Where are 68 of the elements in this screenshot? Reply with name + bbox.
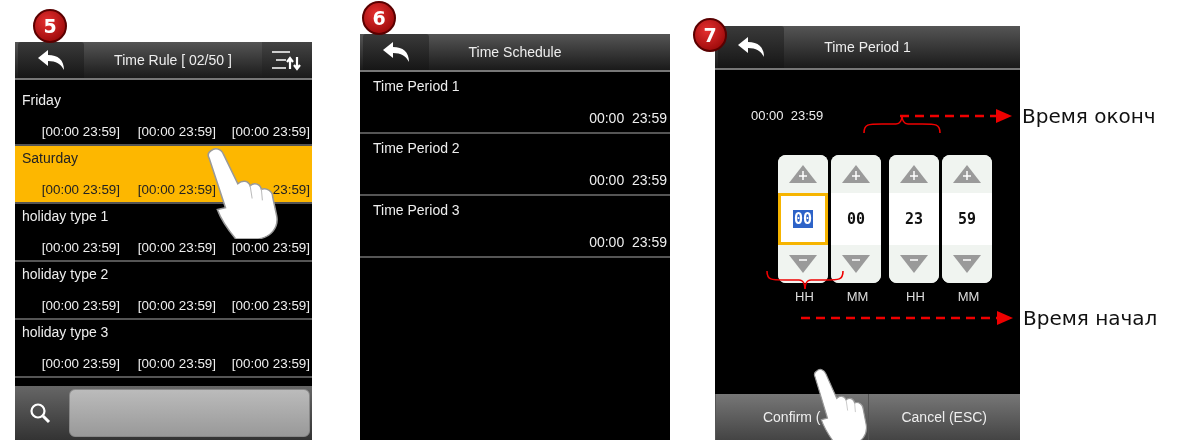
unit-label: HH: [905, 289, 926, 304]
period-range: [00:00 23:59]: [230, 356, 310, 371]
period-range: [00:00 23:59]: [40, 356, 120, 371]
screen-title: Time Rule [ 02/50 ]: [113, 52, 233, 68]
period-range: [00:00 23:59]: [230, 124, 310, 139]
time-value-field[interactable]: 00: [831, 193, 881, 245]
sort-icon: [270, 49, 304, 71]
time-value-field[interactable]: 23: [889, 193, 939, 245]
unit-label: MM: [845, 289, 870, 304]
up-triangle-icon: [841, 164, 871, 184]
down-triangle-icon: [841, 254, 871, 274]
back-arrow-icon: [736, 36, 766, 58]
time-rule-item[interactable]: holiday type 2 [00:00 23:59] [00:00 23:59] [00:00 23:59]: [15, 262, 312, 320]
period-range: [00:00 23:59]: [136, 182, 216, 197]
period-range: [00:00 23:59]: [230, 240, 310, 255]
down-triangle-icon: [899, 254, 929, 274]
period-range: [00:00 23:59]: [136, 240, 216, 255]
back-button[interactable]: [363, 34, 429, 70]
back-arrow-icon: [381, 41, 411, 63]
search-field[interactable]: [69, 389, 310, 437]
time-value-field[interactable]: 59: [942, 193, 992, 245]
step-badge: 5: [33, 9, 67, 43]
period-range: 00:00 23:59: [589, 110, 667, 126]
time-period-item[interactable]: Time Period 3 00:00 23:59: [360, 196, 670, 258]
period-range: [00:00 23:59]: [136, 356, 216, 371]
period-range: 00:00 23:59: [589, 172, 667, 188]
period-range: [00:00 23:59]: [40, 240, 120, 255]
unit-label: HH: [794, 289, 815, 304]
period-name: Time Period 3: [373, 202, 461, 218]
up-triangle-icon: [952, 164, 982, 184]
period-range: [00:00 23:59]: [136, 298, 216, 313]
rule-name: Friday: [22, 92, 62, 108]
time-period-item[interactable]: Time Period 1 00:00 23:59: [360, 72, 670, 134]
period-range: [00:00 23:59]: [40, 298, 120, 313]
period-range: [00:00 23:59]: [40, 182, 120, 197]
period-summary: 00:00 23:59: [751, 108, 824, 123]
period-name: Time Period 1: [373, 78, 461, 94]
period-range: 00:00 23:59: [589, 234, 667, 250]
back-button[interactable]: [18, 42, 84, 78]
search-icon: [29, 402, 51, 424]
rule-name: holiday type 1: [22, 208, 110, 224]
period-range: [00:00 23:59]: [230, 298, 310, 313]
step-badge: 7: [693, 18, 727, 52]
footer-button[interactable]: Cancel (ESC): [867, 394, 1020, 440]
rule-name: holiday type 3: [22, 324, 110, 340]
down-triangle-icon: [788, 254, 818, 274]
screen-title: Time Schedule: [467, 44, 563, 60]
time-value-field[interactable]: 00: [778, 193, 828, 245]
down-triangle-icon: [952, 254, 982, 274]
step-badge: 6: [362, 1, 396, 35]
time-period-item[interactable]: Time Period 2 00:00 23:59: [360, 134, 670, 196]
period-range: 23:59]: [271, 182, 310, 197]
period-name: Time Period 2: [373, 140, 461, 156]
time-rule-item[interactable]: Saturday [00:00 23:59] [00:00 23:59] 23:59]: [15, 146, 312, 204]
annotation-label: Время начал: [1023, 306, 1158, 330]
up-triangle-icon: [788, 164, 818, 184]
rule-name: Saturday: [22, 150, 80, 166]
back-button[interactable]: [718, 26, 784, 68]
unit-label: MM: [956, 289, 981, 304]
time-rule-item[interactable]: holiday type 3 [00:00 23:59] [00:00 23:59] [00:00 23:59]: [15, 320, 312, 378]
search-button[interactable]: [29, 402, 51, 424]
rule-name: holiday type 2: [22, 266, 110, 282]
up-triangle-icon: [899, 164, 929, 184]
period-range: [00:00 23:59]: [136, 124, 216, 139]
annotation-label: Время оконч: [1022, 104, 1156, 128]
period-range: [00:00 23:59]: [40, 124, 120, 139]
screen-title: Time Period 1: [823, 39, 912, 55]
back-arrow-icon: [36, 49, 66, 71]
